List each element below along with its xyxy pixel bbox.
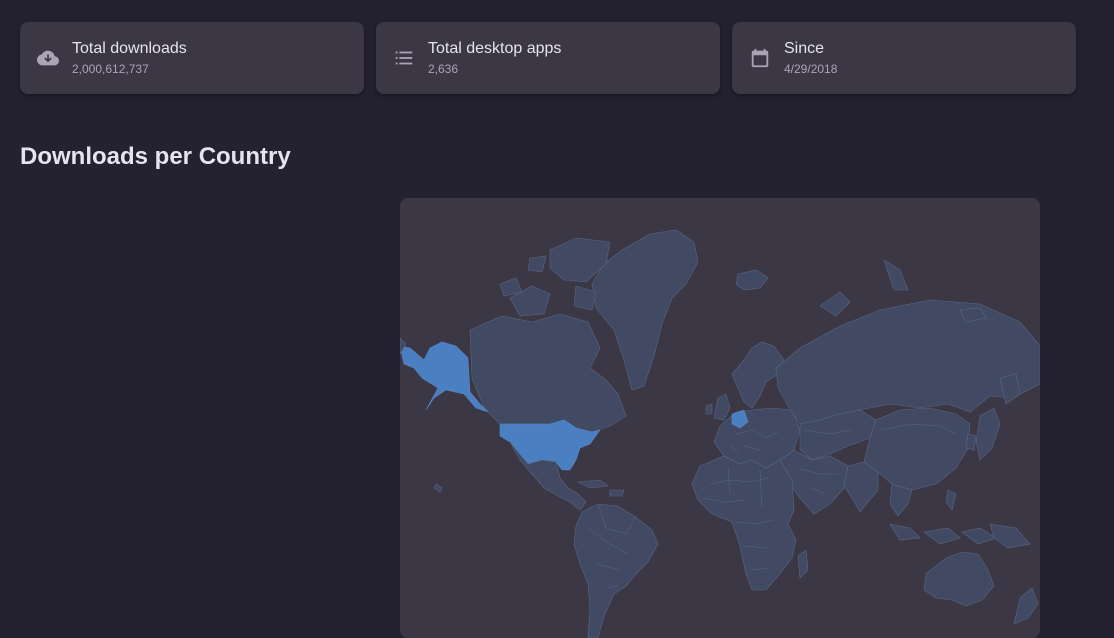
stat-value: 2,636 <box>428 62 459 76</box>
list-icon <box>392 46 416 70</box>
country-india[interactable] <box>843 461 879 513</box>
stat-value: 2,000,612,737 <box>72 62 149 76</box>
calendar-icon <box>748 46 772 70</box>
world-map-svg[interactable] <box>400 198 1040 638</box>
region-south-america[interactable] <box>573 503 659 638</box>
stat-label: Total downloads <box>72 40 187 57</box>
country-australia[interactable] <box>923 551 995 607</box>
region-southeast-asia[interactable] <box>889 483 913 517</box>
region-papua[interactable] <box>989 523 1031 549</box>
country-united-kingdom[interactable] <box>705 393 731 421</box>
country-new-zealand[interactable] <box>1013 587 1039 625</box>
stat-card-total-desktop-apps: Total desktop apps 2,636 <box>376 22 720 94</box>
country-madagascar[interactable] <box>797 549 809 579</box>
stat-label: Since <box>784 40 825 57</box>
stat-label: Total desktop apps <box>428 40 562 57</box>
country-japan[interactable] <box>965 407 1001 461</box>
stats-row: Total downloads 2,000,612,737 Total desk… <box>20 22 1076 94</box>
region-northeast-russia[interactable] <box>999 373 1021 405</box>
region-scandinavia[interactable] <box>731 341 785 409</box>
cloud-download-icon <box>36 46 60 70</box>
world-map[interactable] <box>400 198 1040 638</box>
stat-value: 4/29/2018 <box>784 62 838 76</box>
stat-card-since: Since 4/29/2018 <box>732 22 1076 94</box>
section-title: Downloads per Country <box>20 143 291 170</box>
stat-card-total-downloads: Total downloads 2,000,612,737 <box>20 22 364 94</box>
region-china[interactable] <box>863 407 971 491</box>
region-caribbean[interactable] <box>576 479 625 497</box>
country-russia[interactable] <box>775 299 1040 425</box>
country-canada-islands[interactable] <box>499 237 611 317</box>
country-canada[interactable] <box>469 313 627 433</box>
country-iceland[interactable] <box>735 269 769 291</box>
region-pacific-island[interactable] <box>433 483 443 493</box>
